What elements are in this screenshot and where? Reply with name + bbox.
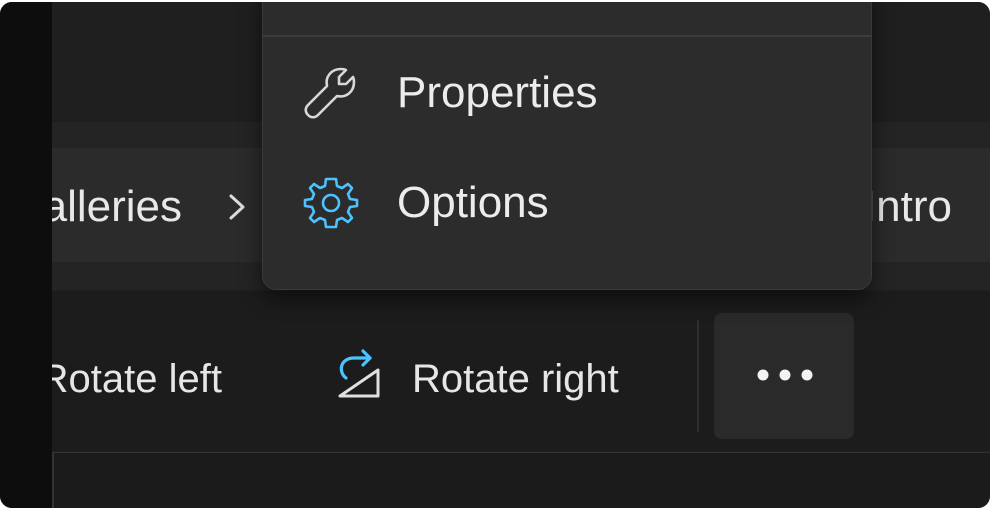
more-icon (757, 369, 813, 381)
toolbar-divider (697, 320, 699, 432)
rotate-right-label: Rotate right (412, 357, 619, 401)
breadcrumb-item-galleries[interactable]: Galleries (52, 185, 182, 229)
wrench-icon (304, 67, 356, 119)
context-menu: Properties Options (262, 2, 872, 290)
menu-item-options[interactable]: Options (273, 155, 861, 251)
app-window: Galleries Intro Rotate left Rotate right (0, 2, 990, 508)
menu-item-properties[interactable]: Properties (273, 45, 861, 141)
image-viewer-area (52, 452, 990, 508)
rotate-right-icon (338, 349, 380, 398)
menu-item-label: Options (397, 178, 549, 227)
window-edge (0, 2, 52, 508)
chevron-right-icon (229, 194, 245, 220)
screenshot-frame: Galleries Intro Rotate left Rotate right (0, 0, 999, 513)
more-options-button[interactable] (714, 313, 854, 439)
breadcrumb-item-intro[interactable]: Intro (872, 185, 952, 229)
rotate-left-button[interactable]: Rotate left (52, 359, 222, 399)
menu-item-label: Properties (397, 68, 598, 117)
rotate-right-button[interactable]: Rotate right (318, 342, 648, 414)
menu-separator (263, 35, 871, 37)
gear-icon (303, 177, 359, 229)
